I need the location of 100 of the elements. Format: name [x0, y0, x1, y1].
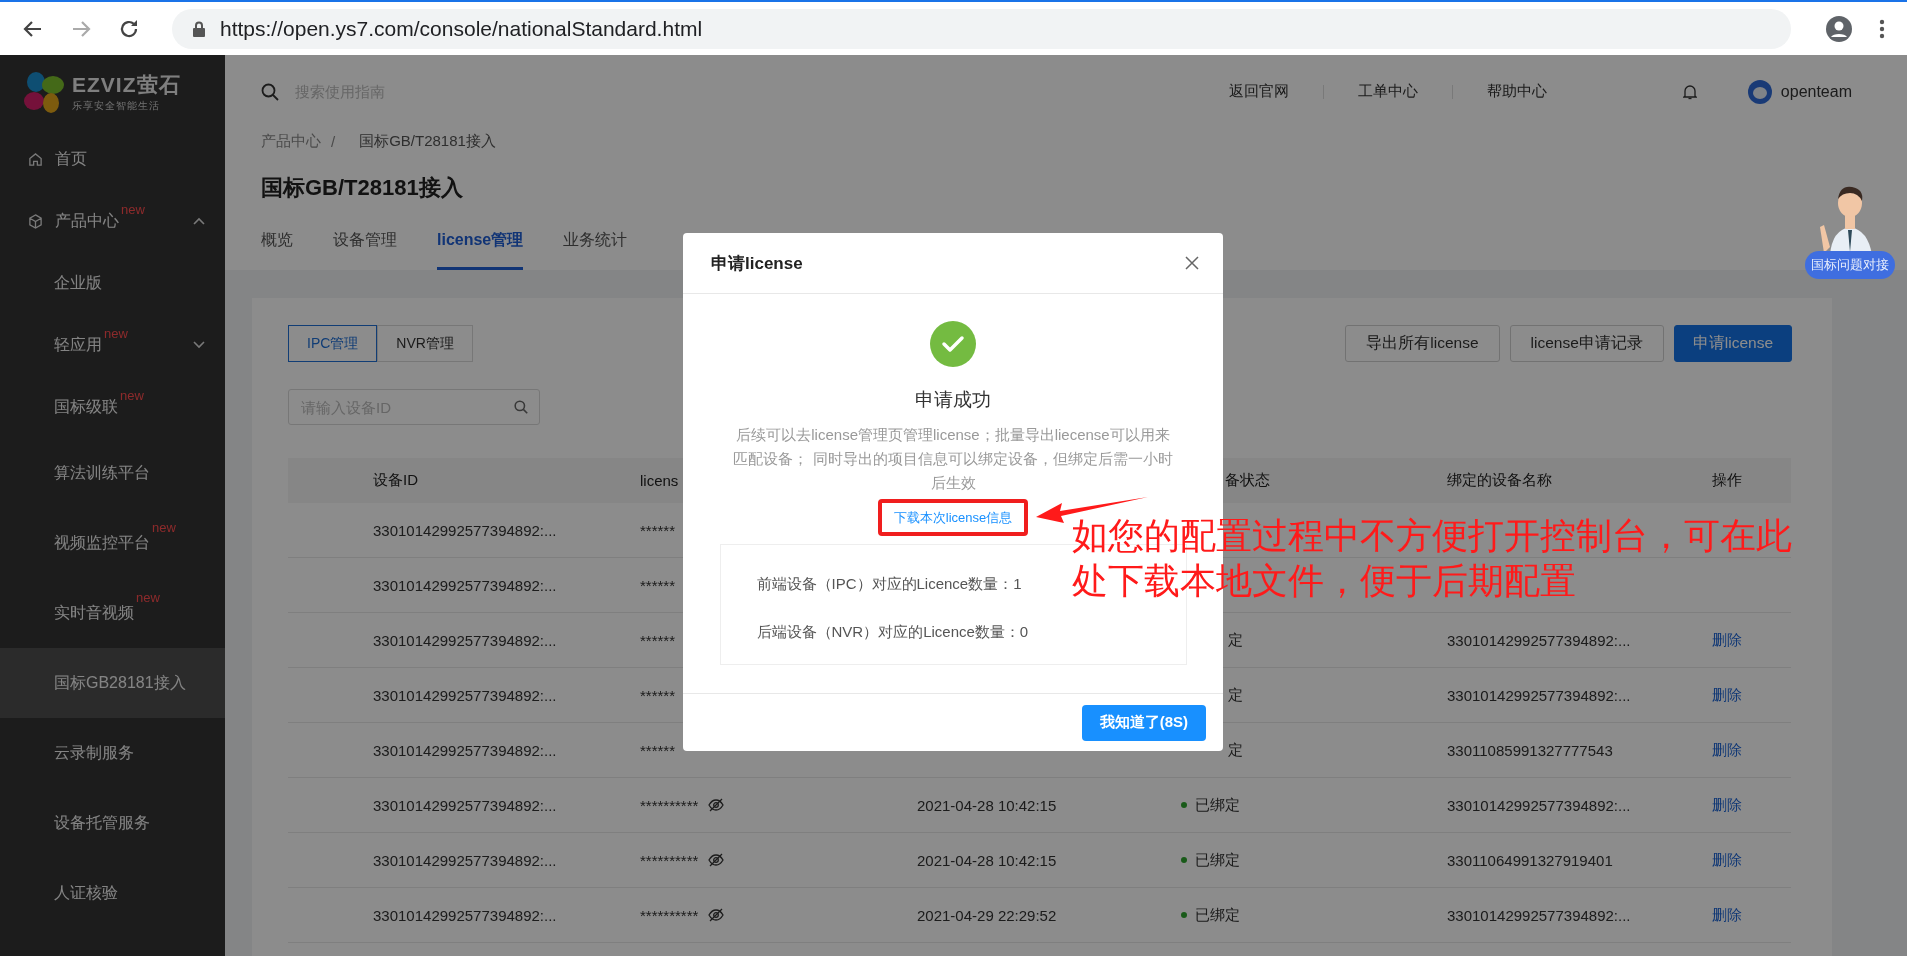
table-cell: ****** [640, 521, 676, 539]
header-link[interactable]: 返回官网 [1228, 82, 1289, 101]
page-title: 国标GB/T28181接入 [261, 174, 464, 202]
breadcrumb-item: 国标GB/T28181接入 [359, 131, 496, 151]
tab[interactable]: 设备管理 [333, 230, 397, 270]
delete-link[interactable]: 删除 [1712, 905, 1742, 925]
table-cell: 33010142992577394892:... [1447, 686, 1631, 704]
segment-button[interactable]: IPC管理 [288, 325, 378, 362]
info-line: 后端设备（NVR）对应的Licence数量：0 [756, 623, 1029, 642]
avatar-icon [1746, 78, 1773, 105]
table-cell: 33010142992577394892:... [373, 631, 557, 649]
cube-icon [28, 213, 43, 229]
delete-link[interactable]: 删除 [1712, 850, 1742, 870]
table-cell: 33010142992577394892:... [373, 576, 557, 594]
table-cell: 33010142992577394892:... [1447, 796, 1631, 814]
logo-name: EZVIZ萤石 [72, 71, 181, 98]
help-button[interactable]: 国标问题对接 [1805, 251, 1895, 279]
delete-link[interactable]: 删除 [1712, 630, 1742, 650]
user-name[interactable]: openteam [1780, 82, 1852, 101]
column-header: 绑定的设备名称 [1447, 471, 1552, 490]
home-icon [28, 151, 43, 167]
breadcrumb-item[interactable]: 产品中心 [261, 131, 321, 151]
table-cell: 定 [1228, 630, 1243, 650]
table-cell: ****** [640, 631, 676, 649]
dialog-description: 后续可以去license管理页管理license；批量导出liecense可以用来匹配设备； 同时导出的项目信息可以绑定设备，但绑定后需一小时后生效 [733, 425, 1173, 493]
sidebar-item[interactable]: 产品中心 $^{new}$ [0, 190, 225, 252]
sidebar-item[interactable]: 企业版 [0, 252, 225, 314]
table-cell: 33010142992577394892:... [373, 686, 557, 704]
table-cell: ********** [640, 906, 699, 924]
dialog-title: 申请license [711, 252, 803, 275]
search-icon[interactable] [514, 400, 528, 414]
tab[interactable]: license管理 [437, 230, 524, 270]
table-cell: 33010142992577394892:... [373, 796, 557, 814]
column-header: licens [640, 472, 679, 489]
info-line: 前端设备（IPC）对应的Licence数量：1 [756, 575, 1022, 594]
success-icon [930, 321, 976, 367]
eye-slash-icon[interactable] [708, 798, 725, 812]
lock-icon [192, 20, 206, 37]
new-label: new [136, 590, 160, 605]
table-cell: 已绑定 [1195, 905, 1240, 925]
new-label: new [120, 388, 144, 403]
logo-icon [22, 69, 66, 114]
download-link[interactable]: 下载本次license信息 [893, 510, 1013, 525]
header-link[interactable]: 工单中心 [1357, 82, 1418, 101]
delete-link[interactable]: 删除 [1712, 740, 1742, 760]
column-header: 操作 [1712, 471, 1742, 490]
sidebar-item[interactable]: 轻应用 $^{new}$ [0, 314, 225, 376]
table-cell: 2021-04-28 10:42:15 [917, 851, 1057, 869]
tab[interactable]: 概览 [261, 230, 293, 270]
delete-link[interactable]: 删除 [1712, 685, 1742, 705]
tab[interactable]: 业务统计 [563, 230, 628, 270]
new-label: new [152, 520, 176, 535]
breadcrumb-separator: / [331, 132, 336, 150]
column-header: 备状态 [1225, 471, 1270, 490]
table-cell: 33010142992577394892:... [373, 906, 557, 924]
search-icon[interactable] [261, 82, 279, 101]
eye-slash-icon[interactable] [708, 908, 725, 922]
sidebar-item[interactable]: 算法训练平台 [0, 438, 225, 508]
toolbar-button[interactable]: 导出所有license [1345, 325, 1500, 362]
table-cell: ****** [640, 576, 676, 594]
table-cell: 33010142992577394892:... [1447, 906, 1631, 924]
segment-button[interactable]: NVR管理 [377, 325, 473, 362]
table-cell: ****** [640, 686, 676, 704]
close-icon[interactable] [1185, 256, 1199, 270]
success-message: 申请成功 [915, 388, 991, 412]
table-cell: 已绑定 [1195, 795, 1240, 815]
sidebar-item[interactable]: 国标GB28181接入 [0, 648, 225, 718]
eye-slash-icon[interactable] [708, 853, 725, 867]
header-link[interactable]: 帮助中心 [1486, 82, 1547, 101]
table-cell: 定 [1228, 740, 1243, 760]
table-cell: ********** [640, 796, 699, 814]
table-cell: 33010142992577394892:... [373, 521, 557, 539]
delete-link[interactable]: 删除 [1712, 795, 1742, 815]
confirm-button[interactable]: 我知道了(8S) [1081, 704, 1206, 741]
table-cell: ********** [640, 851, 699, 869]
table-cell: 33010142992577394892:... [1447, 631, 1631, 649]
new-label: new [104, 326, 128, 341]
address-bar[interactable]: https://open.ys7.com/console/nationalStandard.html [172, 8, 1791, 49]
table-cell: 33010142992577394892:... [373, 741, 557, 759]
table-cell: 2021-04-28 10:42:15 [917, 796, 1057, 814]
column-header: 设备ID [373, 471, 418, 490]
sidebar-item[interactable]: 人证核验 [0, 858, 225, 928]
table-cell: ****** [640, 741, 676, 759]
profile-icon[interactable] [1825, 14, 1853, 43]
menu-icon[interactable] [1879, 17, 1885, 40]
table-cell: 定 [1228, 685, 1243, 705]
bell-icon[interactable] [1682, 83, 1697, 100]
table-cell: 已绑定 [1195, 850, 1240, 870]
toolbar-button[interactable]: license申请记录 [1509, 325, 1664, 362]
sidebar-item[interactable]: 首页 [0, 128, 225, 190]
logo-tagline: 乐享安全智能生活 [72, 98, 161, 113]
toolbar-button[interactable]: 申请license [1673, 325, 1792, 362]
sidebar-item[interactable]: 云录制服务 [0, 718, 225, 788]
table-cell: 33011064991327919401 [1447, 851, 1613, 869]
table-cell: 2021-04-29 22:29:52 [917, 906, 1057, 924]
new-label: new [121, 202, 145, 217]
sidebar-item[interactable]: 国标级联 $^{new}$ [0, 376, 225, 438]
sidebar-item[interactable]: 设备托管服务 [0, 788, 225, 858]
table-cell: 33011085991327777543 [1447, 741, 1613, 759]
table-cell: 33010142992577394892:... [373, 851, 557, 869]
